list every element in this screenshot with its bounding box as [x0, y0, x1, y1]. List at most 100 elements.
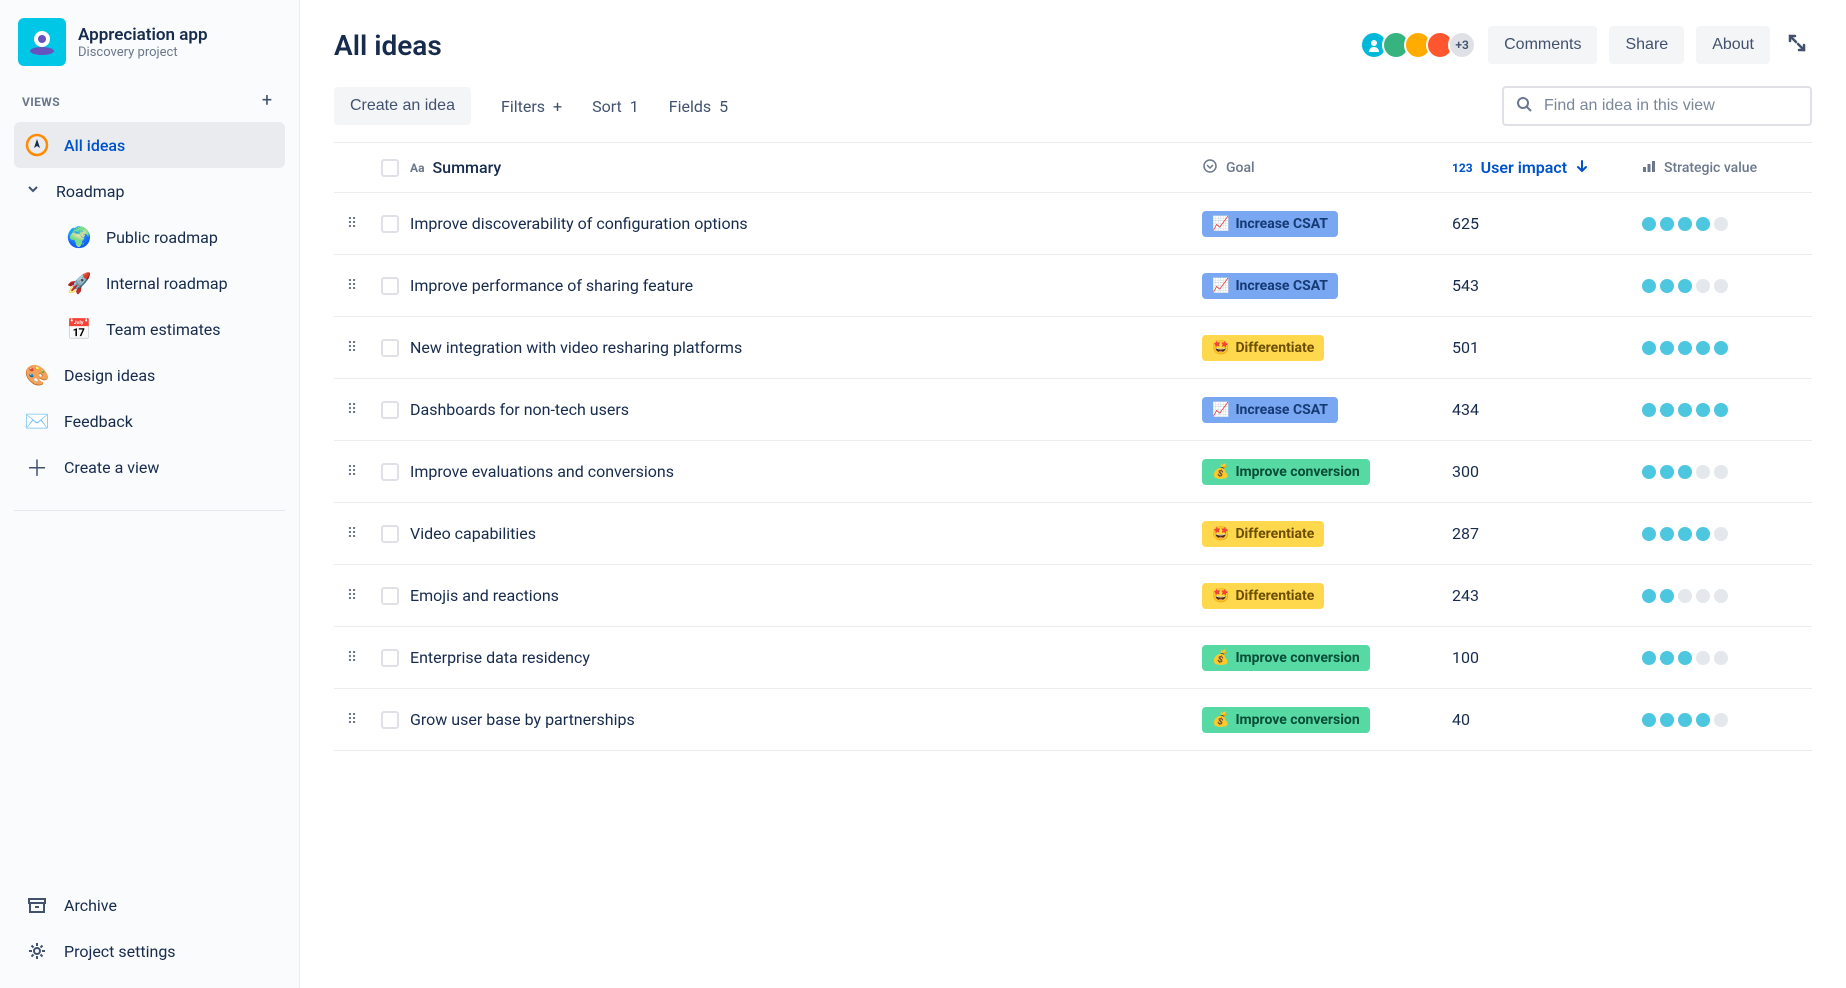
summary-cell[interactable]: Improve evaluations and conversions [410, 462, 1202, 481]
goal-emoji-icon: 💰 [1212, 650, 1229, 666]
table-row[interactable]: ⠿ Video capabilities🤩Differentiate287 [334, 503, 1812, 565]
sidebar-item-project-settings[interactable]: Project settings [14, 928, 285, 974]
table-row[interactable]: ⠿ Grow user base by partnerships💰Improve … [334, 689, 1812, 751]
comments-button[interactable]: Comments [1488, 26, 1597, 64]
summary-cell[interactable]: Improve discoverability of configuration… [410, 214, 1202, 233]
search-input[interactable] [1544, 97, 1798, 115]
row-checkbox[interactable] [381, 277, 399, 295]
summary-cell[interactable]: Emojis and reactions [410, 586, 1202, 605]
strategic-value-cell[interactable] [1642, 465, 1812, 479]
summary-cell[interactable]: Video capabilities [410, 524, 1202, 543]
rating-dot [1714, 589, 1728, 603]
column-header-user-impact[interactable]: 123 User impact [1452, 158, 1642, 177]
summary-cell[interactable]: Grow user base by partnerships [410, 710, 1202, 729]
share-button[interactable]: Share [1609, 26, 1684, 64]
sidebar-item-roadmap[interactable]: Roadmap [14, 168, 285, 214]
user-impact-cell[interactable]: 287 [1452, 524, 1642, 543]
summary-cell[interactable]: Dashboards for non-tech users [410, 400, 1202, 419]
user-impact-cell[interactable]: 543 [1452, 276, 1642, 295]
row-checkbox[interactable] [381, 587, 399, 605]
sidebar-item-label: Create a view [64, 458, 159, 477]
row-checkbox[interactable] [381, 215, 399, 233]
summary-cell[interactable]: New integration with video resharing pla… [410, 338, 1202, 357]
envelope-icon: ✉️ [24, 408, 50, 434]
divider [14, 510, 285, 511]
goal-cell[interactable]: 💰Improve conversion [1202, 645, 1452, 671]
filters-button[interactable]: Filters + [501, 97, 562, 116]
drag-handle-icon[interactable]: ⠿ [334, 588, 370, 604]
sort-button[interactable]: Sort 1 [592, 97, 639, 116]
user-impact-cell[interactable]: 243 [1452, 586, 1642, 605]
add-view-icon[interactable]: + [257, 92, 277, 112]
drag-handle-icon[interactable]: ⠿ [334, 464, 370, 480]
strategic-value-cell[interactable] [1642, 217, 1812, 231]
table-row[interactable]: ⠿ Enterprise data residency💰Improve conve… [334, 627, 1812, 689]
sidebar-item-public-roadmap[interactable]: 🌍 Public roadmap [14, 214, 285, 260]
goal-cell[interactable]: 📈Increase CSAT [1202, 397, 1452, 423]
strategic-value-cell[interactable] [1642, 713, 1812, 727]
strategic-value-cell[interactable] [1642, 403, 1812, 417]
strategic-value-cell[interactable] [1642, 589, 1812, 603]
about-button[interactable]: About [1696, 26, 1770, 64]
drag-handle-icon[interactable]: ⠿ [334, 340, 370, 356]
row-checkbox[interactable] [381, 401, 399, 419]
column-header-strategic-value[interactable]: Strategic value [1642, 159, 1812, 176]
summary-cell[interactable]: Improve performance of sharing feature [410, 276, 1202, 295]
sidebar-item-internal-roadmap[interactable]: 🚀 Internal roadmap [14, 260, 285, 306]
rating-dot [1714, 527, 1728, 541]
column-header-summary[interactable]: Aa Summary [410, 158, 1202, 177]
drag-handle-icon[interactable]: ⠿ [334, 216, 370, 232]
table-row[interactable]: ⠿ Improve evaluations and conversions💰Imp… [334, 441, 1812, 503]
strategic-value-cell[interactable] [1642, 527, 1812, 541]
column-header-goal[interactable]: Goal [1202, 158, 1452, 177]
goal-cell[interactable]: 🤩Differentiate [1202, 521, 1452, 547]
row-checkbox[interactable] [381, 649, 399, 667]
drag-handle-icon[interactable]: ⠿ [334, 526, 370, 542]
project-header[interactable]: Appreciation app Discovery project [14, 18, 285, 66]
table-row[interactable]: ⠿ Dashboards for non-tech users📈Increase … [334, 379, 1812, 441]
goal-cell[interactable]: 📈Increase CSAT [1202, 273, 1452, 299]
table-row[interactable]: ⠿ New integration with video resharing pl… [334, 317, 1812, 379]
expand-icon[interactable] [1782, 28, 1812, 63]
goal-cell[interactable]: 🤩Differentiate [1202, 335, 1452, 361]
user-impact-cell[interactable]: 40 [1452, 710, 1642, 729]
row-checkbox[interactable] [381, 711, 399, 729]
strategic-value-cell[interactable] [1642, 341, 1812, 355]
sidebar-item-design-ideas[interactable]: 🎨 Design ideas [14, 352, 285, 398]
table-row[interactable]: ⠿ Improve performance of sharing feature📈… [334, 255, 1812, 317]
row-checkbox[interactable] [381, 525, 399, 543]
select-all-checkbox[interactable] [381, 159, 399, 177]
goal-cell[interactable]: 📈Increase CSAT [1202, 211, 1452, 237]
create-idea-button[interactable]: Create an idea [334, 87, 471, 125]
sidebar-item-create-view[interactable]: ＋ Create a view [14, 444, 285, 490]
user-impact-cell[interactable]: 100 [1452, 648, 1642, 667]
strategic-value-cell[interactable] [1642, 279, 1812, 293]
table-row[interactable]: ⠿ Emojis and reactions🤩Differentiate243 [334, 565, 1812, 627]
avatar-stack[interactable]: +3 [1360, 31, 1476, 59]
sidebar-item-team-estimates[interactable]: 📅 Team estimates [14, 306, 285, 352]
summary-cell[interactable]: Enterprise data residency [410, 648, 1202, 667]
rating-dot [1660, 651, 1674, 665]
goal-cell[interactable]: 💰Improve conversion [1202, 459, 1452, 485]
user-impact-cell[interactable]: 501 [1452, 338, 1642, 357]
user-impact-cell[interactable]: 300 [1452, 462, 1642, 481]
strategic-value-cell[interactable] [1642, 651, 1812, 665]
table-row[interactable]: ⠿ Improve discoverability of configuratio… [334, 193, 1812, 255]
user-impact-cell[interactable]: 434 [1452, 400, 1642, 419]
rating-dot [1696, 341, 1710, 355]
drag-handle-icon[interactable]: ⠿ [334, 650, 370, 666]
goal-cell[interactable]: 🤩Differentiate [1202, 583, 1452, 609]
sidebar-item-archive[interactable]: Archive [14, 882, 285, 928]
drag-handle-icon[interactable]: ⠿ [334, 278, 370, 294]
sidebar-item-feedback[interactable]: ✉️ Feedback [14, 398, 285, 444]
search-box[interactable] [1502, 86, 1812, 126]
sidebar-item-all-ideas[interactable]: All ideas [14, 122, 285, 168]
avatar-more[interactable]: +3 [1448, 31, 1476, 59]
fields-button[interactable]: Fields 5 [669, 97, 728, 116]
goal-cell[interactable]: 💰Improve conversion [1202, 707, 1452, 733]
row-checkbox[interactable] [381, 339, 399, 357]
row-checkbox[interactable] [381, 463, 399, 481]
drag-handle-icon[interactable]: ⠿ [334, 402, 370, 418]
user-impact-cell[interactable]: 625 [1452, 214, 1642, 233]
drag-handle-icon[interactable]: ⠿ [334, 712, 370, 728]
